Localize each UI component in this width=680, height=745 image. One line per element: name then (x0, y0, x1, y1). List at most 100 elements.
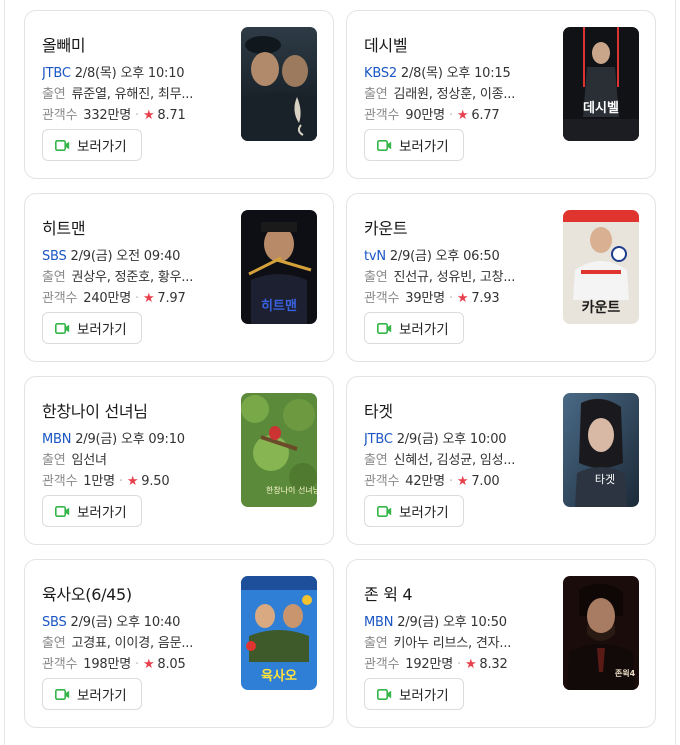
watch-button[interactable]: 보러가기 (42, 312, 142, 344)
watch-label: 보러가기 (399, 139, 449, 155)
movie-title[interactable]: 존 윅 4 (364, 581, 413, 605)
tv-movie-grid: 올빼미 JTBC 2/8(목) 오후 10:10 출연 류준열, 유해진, 최무.… (24, 10, 656, 728)
watch-label: 보러가기 (399, 322, 449, 338)
audience-count: 42만명 (405, 474, 445, 489)
cast-label: 출연 (42, 636, 66, 651)
schedule: 2/9(금) 오후 06:50 (389, 249, 500, 264)
video-camera-icon (377, 322, 392, 334)
cast-info: 출연 김래원, 정상훈, 이종... (364, 83, 549, 102)
watch-button[interactable]: 보러가기 (364, 129, 464, 161)
star-icon: ★ (456, 291, 469, 306)
target-movie-poster[interactable]: 타겟 (563, 393, 639, 507)
broadcast-info: SBS 2/9(금) 오후 10:40 (42, 611, 227, 630)
audience-count: 240만명 (83, 291, 132, 306)
movie-card[interactable]: 데시벨 KBS2 2/8(목) 오후 10:15 출연 김래원, 정상훈, 이종.… (346, 10, 656, 179)
watch-label: 보러가기 (77, 139, 127, 155)
poster-title-text: 타겟 (595, 473, 615, 486)
watch-button[interactable]: 보러가기 (42, 678, 142, 710)
movie-title[interactable]: 육사오(6/45) (42, 581, 132, 605)
star-icon: ★ (142, 657, 155, 672)
cast-list: 류준열, 유해진, 최무... (71, 87, 194, 102)
movie-card[interactable]: 존 윅 4 MBN 2/9(금) 오후 10:50 출연 키아누 리브스, 견자.… (346, 559, 656, 728)
watch-button[interactable]: 보러가기 (42, 495, 142, 527)
movie-card[interactable]: 히트맨 SBS 2/9(금) 오전 09:40 출연 권상우, 정준호, 황우..… (24, 193, 334, 362)
poster-title-text: 존윅4 (615, 669, 636, 678)
rating-value: 7.97 (157, 291, 186, 306)
rating-value: 7.00 (471, 474, 500, 489)
rating-value: 8.05 (157, 657, 186, 672)
cast-label: 출연 (42, 87, 66, 102)
john-wick-movie-poster[interactable]: 존윅4 (563, 576, 639, 690)
six45-movie-poster[interactable]: 육사오 (241, 576, 317, 690)
movie-card[interactable]: 육사오(6/45) SBS 2/9(금) 오후 10:40 출연 고경표, 이이경… (24, 559, 334, 728)
separator-dot: · (457, 657, 461, 672)
page-border-right (675, 0, 676, 745)
schedule: 2/8(목) 오후 10:15 (400, 66, 511, 81)
star-icon: ★ (464, 657, 477, 672)
cast-label: 출연 (42, 453, 66, 468)
movie-title[interactable]: 한창나이 선녀님 (42, 398, 148, 422)
cast-label: 출연 (364, 87, 388, 102)
fairy-movie-poster[interactable]: 한창나이 선녀님 (241, 393, 317, 507)
watch-button[interactable]: 보러가기 (364, 495, 464, 527)
movie-card[interactable]: 카운트 tvN 2/9(금) 오후 06:50 출연 진선규, 성유빈, 고창..… (346, 193, 656, 362)
star-icon: ★ (456, 474, 469, 489)
rating-value: 6.77 (471, 108, 500, 123)
audience-count: 198만명 (83, 657, 132, 672)
watch-label: 보러가기 (77, 322, 127, 338)
movie-title[interactable]: 히트맨 (42, 215, 86, 239)
cast-label: 출연 (42, 270, 66, 285)
watch-label: 보러가기 (399, 505, 449, 521)
schedule: 2/8(목) 오후 10:10 (74, 66, 185, 81)
broadcast-info: JTBC 2/9(금) 오후 10:00 (364, 428, 549, 447)
audience-label: 관객수 (42, 291, 78, 306)
cast-list: 키아누 리브스, 견자... (393, 636, 512, 651)
cast-info: 출연 류준열, 유해진, 최무... (42, 83, 227, 102)
hitman-movie-poster[interactable]: 히트맨 (241, 210, 317, 324)
audience-count: 332만명 (83, 108, 132, 123)
movie-title[interactable]: 카운트 (364, 215, 408, 239)
cast-info: 출연 신혜선, 김성균, 임성... (364, 449, 549, 468)
movie-title[interactable]: 데시벨 (364, 32, 408, 56)
movie-title[interactable]: 올빼미 (42, 32, 86, 56)
page-border-left (4, 0, 5, 745)
video-camera-icon (377, 688, 392, 700)
cast-info: 출연 권상우, 정준호, 황우... (42, 266, 227, 285)
stats-info: 관객수 39만명 · ★ 7.93 (364, 287, 549, 306)
watch-button[interactable]: 보러가기 (364, 312, 464, 344)
watch-button[interactable]: 보러가기 (42, 129, 142, 161)
channel-name: MBN (364, 615, 394, 630)
movie-card[interactable]: 올빼미 JTBC 2/8(목) 오후 10:10 출연 류준열, 유해진, 최무.… (24, 10, 334, 179)
cast-list: 신혜선, 김성균, 임성... (393, 453, 516, 468)
count-movie-poster[interactable]: 카운트 (563, 210, 639, 324)
audience-count: 192만명 (405, 657, 454, 672)
video-camera-icon (55, 688, 70, 700)
video-camera-icon (55, 322, 70, 334)
audience-label: 관객수 (42, 474, 78, 489)
cast-label: 출연 (364, 636, 388, 651)
broadcast-info: MBN 2/9(금) 오후 09:10 (42, 428, 227, 447)
star-icon: ★ (456, 108, 469, 123)
cast-label: 출연 (364, 270, 388, 285)
stats-info: 관객수 192만명 · ★ 8.32 (364, 653, 549, 672)
rating-value: 8.32 (479, 657, 508, 672)
movie-title[interactable]: 타겟 (364, 398, 393, 422)
cast-info: 출연 진선규, 성유빈, 고창... (364, 266, 549, 285)
rating-value: 7.93 (471, 291, 500, 306)
stats-info: 관객수 198만명 · ★ 8.05 (42, 653, 227, 672)
movie-card[interactable]: 한창나이 선녀님 MBN 2/9(금) 오후 09:10 출연 임선녀 관객수 1만… (24, 376, 334, 545)
decibel-movie-poster[interactable]: 데시벨 (563, 27, 639, 141)
audience-label: 관객수 (42, 108, 78, 123)
channel-name: JTBC (42, 66, 71, 81)
channel-name: KBS2 (364, 66, 397, 81)
cast-info: 출연 임선녀 (42, 449, 227, 468)
movie-card[interactable]: 타겟 JTBC 2/9(금) 오후 10:00 출연 신혜선, 김성균, 임성..… (346, 376, 656, 545)
channel-name: tvN (364, 249, 386, 264)
watch-button[interactable]: 보러가기 (364, 678, 464, 710)
schedule: 2/9(금) 오후 10:50 (397, 615, 507, 630)
owl-movie-poster[interactable] (241, 27, 317, 141)
broadcast-info: MBN 2/9(금) 오후 10:50 (364, 611, 549, 630)
channel-name: SBS (42, 615, 67, 630)
poster-title-text: 데시벨 (583, 101, 619, 116)
broadcast-info: tvN 2/9(금) 오후 06:50 (364, 245, 549, 264)
